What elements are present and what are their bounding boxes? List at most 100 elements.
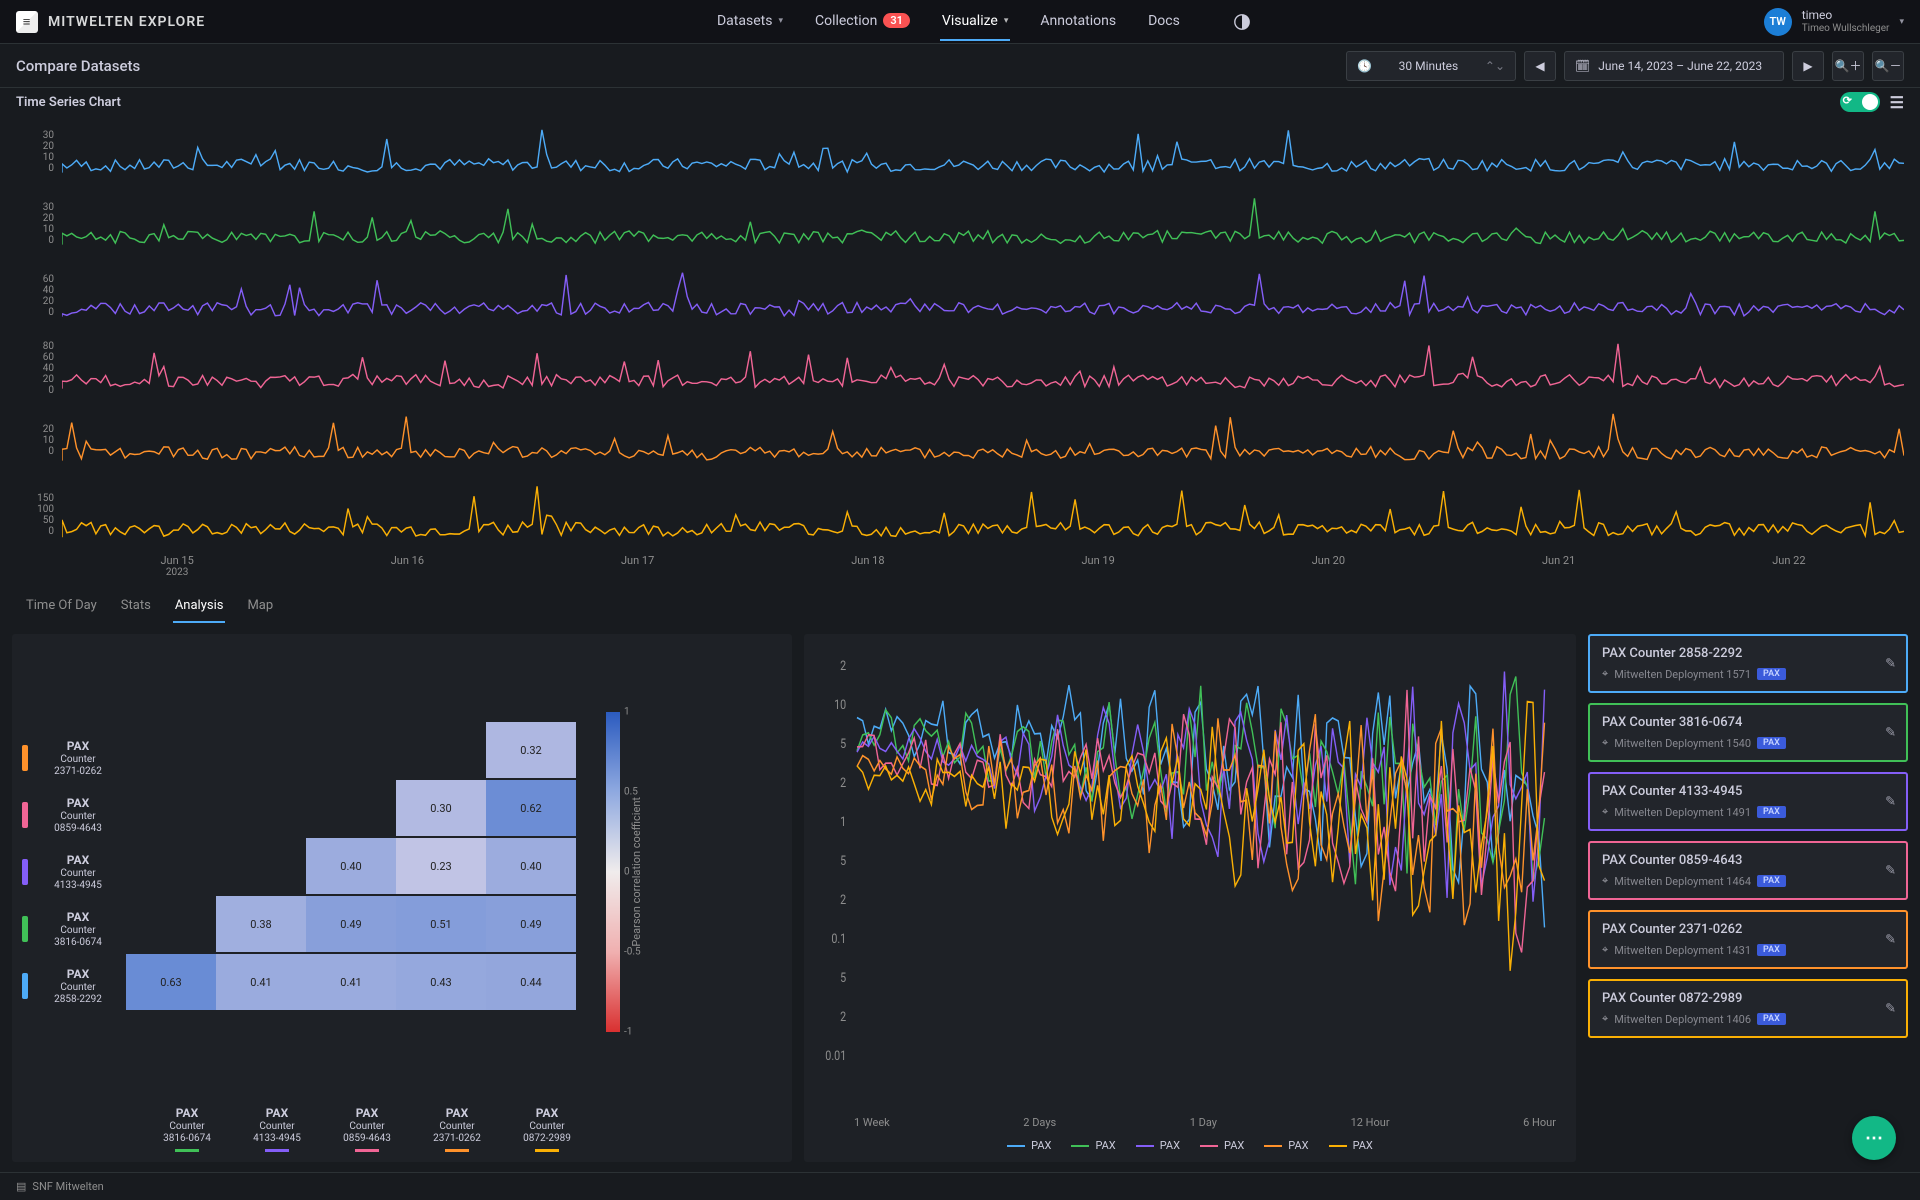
app-header: MITWELTEN EXPLORE Datasets▾ Collection 3… [0, 0, 1920, 44]
heatmap-cell[interactable]: 0.40 [306, 838, 396, 894]
chevron-down-icon: ▾ [1004, 16, 1009, 26]
edit-button[interactable]: ✎ [1885, 1001, 1896, 1016]
pax-tag: PAX [1757, 944, 1786, 956]
svg-text:2: 2 [840, 1009, 846, 1024]
zoom-out-button[interactable]: 🔍－ [1872, 51, 1904, 81]
heatmap-cell[interactable]: 0.32 [486, 722, 576, 778]
time-prev-button[interactable]: ◀ [1524, 51, 1556, 81]
dataset-card[interactable]: PAX Counter 3816-0674⌖Mitwelten Deployme… [1588, 703, 1908, 762]
time-next-button[interactable]: ▶ [1792, 51, 1824, 81]
svg-text:0.01: 0.01 [825, 1048, 846, 1063]
zoom-in-icon: 🔍＋ [1835, 57, 1862, 74]
auto-refresh-toggle[interactable]: ⟳ [1840, 92, 1880, 112]
legend-item[interactable]: PAX [1200, 1139, 1244, 1152]
refresh-icon: ⟳ [1843, 94, 1852, 107]
ts-row: 6040200 [24, 260, 1904, 332]
dataset-card[interactable]: PAX Counter 2858-2292⌖Mitwelten Deployme… [1588, 634, 1908, 693]
ts-line [62, 404, 1904, 476]
dataset-card[interactable]: PAX Counter 0859-4643⌖Mitwelten Deployme… [1588, 841, 1908, 900]
zoom-out-icon: 🔍－ [1875, 57, 1902, 74]
ts-line [62, 116, 1904, 188]
y-axis-ticks: 3020100 [24, 130, 54, 174]
panel-menu-button[interactable]: ☰ [1890, 93, 1904, 112]
pax-tag: PAX [1757, 1013, 1786, 1025]
series-color-swatch [22, 859, 28, 885]
heatmap-cell[interactable]: 0.38 [216, 896, 306, 952]
nav-datasets[interactable]: Datasets▾ [715, 3, 785, 41]
zoom-in-button[interactable]: 🔍＋ [1832, 51, 1864, 81]
heatmap-cell[interactable]: 0.41 [216, 954, 306, 1010]
svg-text:1: 1 [840, 814, 846, 829]
user-menu[interactable]: TW timeo Timeo Wullschleger ▾ [1764, 8, 1904, 36]
theme-toggle-button[interactable] [1230, 10, 1254, 34]
heatmap-cell[interactable]: 0.44 [486, 954, 576, 1010]
legend-item[interactable]: PAX [1264, 1139, 1308, 1152]
dataset-card[interactable]: PAX Counter 4133-4945⌖Mitwelten Deployme… [1588, 772, 1908, 831]
heatmap-cell[interactable]: 0.41 [306, 954, 396, 1010]
legend-item[interactable]: PAX [1329, 1139, 1373, 1152]
edit-button[interactable]: ✎ [1885, 794, 1896, 809]
heatmap-cell[interactable]: 0.40 [486, 838, 576, 894]
series-color-swatch [22, 973, 28, 999]
tab-map[interactable]: Map [245, 590, 275, 623]
frequency-line-panel: 210521520.1520.01 1 Week2 Days1 Day12 Ho… [804, 634, 1576, 1162]
nav-annotations[interactable]: Annotations [1038, 3, 1118, 41]
dataset-title: PAX Counter 2858-2292 [1602, 646, 1894, 661]
main-nav: Datasets▾ Collection 31 Visualize▾ Annot… [715, 3, 1254, 41]
logo-icon [16, 11, 38, 33]
dataset-title: PAX Counter 0859-4643 [1602, 853, 1894, 868]
edit-button[interactable]: ✎ [1885, 725, 1896, 740]
mini-x-axis: 1 Week2 Days1 Day12 Hour6 Hour [814, 1116, 1566, 1129]
analysis-tabs: Time Of Day Stats Analysis Map [0, 590, 1920, 624]
avatar: TW [1764, 8, 1792, 36]
legend-item[interactable]: PAX [1071, 1139, 1115, 1152]
nav-docs[interactable]: Docs [1146, 3, 1182, 41]
nav-visualize[interactable]: Visualize▾ [940, 3, 1010, 41]
heatmap-cell[interactable]: 0.62 [486, 780, 576, 836]
svg-text:2: 2 [840, 775, 846, 790]
location-icon: ⌖ [1602, 736, 1608, 750]
heatmap-cell[interactable]: 0.43 [396, 954, 486, 1010]
dataset-card[interactable]: PAX Counter 0872-2989⌖Mitwelten Deployme… [1588, 979, 1908, 1038]
interval-select[interactable]: 🕓 30 Minutes ⌃⌄ [1346, 51, 1516, 81]
y-axis-ticks: 6040200 [24, 274, 54, 318]
tab-stats[interactable]: Stats [119, 590, 153, 623]
ts-row: 3020100 [24, 116, 1904, 188]
heatmap-cell[interactable]: 0.49 [486, 896, 576, 952]
svg-text:5: 5 [840, 736, 846, 751]
heatmap-row-labels: PAXCounter2371-0262PAXCounter0859-4643PA… [22, 739, 118, 1006]
location-icon: ⌖ [1602, 874, 1608, 888]
heatmap-cell[interactable]: 0.51 [396, 896, 486, 952]
date-range-picker[interactable]: 🗓 June 14, 2023 – June 22, 2023 [1564, 51, 1784, 81]
dataset-title: PAX Counter 3816-0674 [1602, 715, 1894, 730]
chevron-down-icon: ▾ [1899, 17, 1904, 27]
legend-item[interactable]: PAX [1007, 1139, 1051, 1152]
legend-item[interactable]: PAX [1136, 1139, 1180, 1152]
heatmap-cell[interactable]: 0.49 [306, 896, 396, 952]
layers-icon: ▤ [16, 1180, 26, 1193]
toolbar: Compare Datasets 🕓 30 Minutes ⌃⌄ ◀ 🗓 Jun… [0, 44, 1920, 88]
nav-collection[interactable]: Collection 31 [813, 3, 912, 41]
logo-area[interactable]: MITWELTEN EXPLORE [16, 11, 205, 33]
ts-line [62, 476, 1904, 554]
edit-button[interactable]: ✎ [1885, 863, 1896, 878]
svg-text:10: 10 [834, 697, 846, 712]
tab-analysis[interactable]: Analysis [173, 590, 226, 623]
heatmap-cell[interactable]: 0.23 [396, 838, 486, 894]
dataset-card[interactable]: PAX Counter 2371-0262⌖Mitwelten Deployme… [1588, 910, 1908, 969]
dataset-title: PAX Counter 4133-4945 [1602, 784, 1894, 799]
pax-tag: PAX [1757, 668, 1786, 680]
heatmap-cell[interactable]: 0.30 [396, 780, 486, 836]
heatmap-panel: PAXCounter2371-0262PAXCounter0859-4643PA… [12, 634, 792, 1162]
ts-line [62, 188, 1904, 260]
user-fullname: Timeo Wullschleger [1802, 23, 1890, 34]
dataset-title: PAX Counter 0872-2989 [1602, 991, 1894, 1006]
x-axis: Jun 152023Jun 16Jun 17Jun 18Jun 19Jun 20… [24, 554, 1904, 582]
collection-count-badge: 31 [883, 13, 910, 28]
edit-button[interactable]: ✎ [1885, 932, 1896, 947]
edit-button[interactable]: ✎ [1885, 656, 1896, 671]
heatmap-cell[interactable]: 0.63 [126, 954, 216, 1010]
tab-time-of-day[interactable]: Time Of Day [24, 590, 99, 623]
fab-more-button[interactable]: ⋯ [1852, 1116, 1896, 1160]
y-axis-ticks: 3020100 [24, 202, 54, 246]
